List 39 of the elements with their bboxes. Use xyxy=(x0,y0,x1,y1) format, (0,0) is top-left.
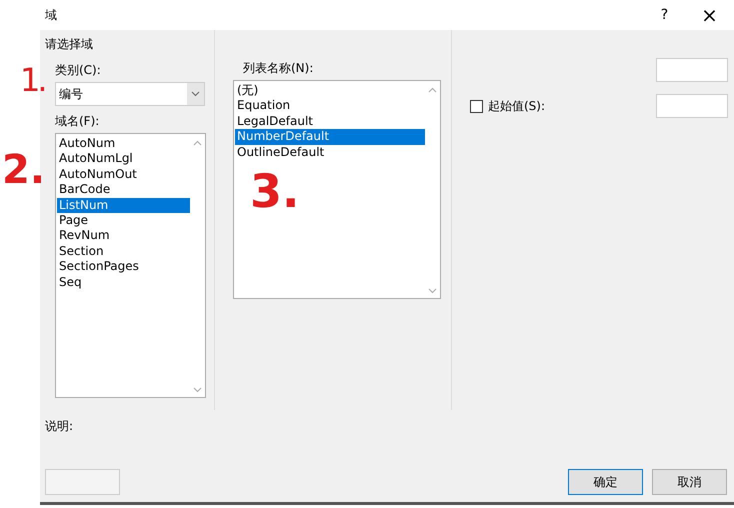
scroll-up-icon[interactable] xyxy=(193,140,202,146)
input-field[interactable] xyxy=(656,58,728,82)
ok-button[interactable]: 确定 xyxy=(568,469,643,495)
scroll-down-icon[interactable] xyxy=(428,288,437,294)
list-item[interactable]: BarCode xyxy=(57,182,190,198)
list-item[interactable]: Seq xyxy=(57,274,190,290)
list-item[interactable]: AutoNumOut xyxy=(57,166,190,182)
category-label: 类别(C): xyxy=(55,62,102,79)
group-title: 请选择域 xyxy=(45,36,94,53)
category-dropdown[interactable]: 编号 xyxy=(55,82,205,106)
help-button[interactable]: ? xyxy=(642,0,687,30)
close-button[interactable]: × xyxy=(687,0,732,30)
blank-button[interactable] xyxy=(45,469,120,495)
scroll-down-icon[interactable] xyxy=(193,387,202,393)
list-item[interactable]: (无) xyxy=(235,83,425,98)
cancel-button[interactable]: 取消 xyxy=(652,469,727,495)
annotation-number: 2. xyxy=(2,150,46,190)
list-item[interactable]: Section xyxy=(57,244,190,260)
list-item[interactable]: OutlineDefault xyxy=(235,144,425,160)
window-title: 域 xyxy=(45,6,58,24)
list-item[interactable]: SectionPages xyxy=(57,259,190,275)
list-item[interactable]: Page xyxy=(57,213,190,228)
start-value-label: 起始值(S): xyxy=(488,98,546,114)
list-item[interactable]: AutoNum xyxy=(57,136,190,152)
list-item[interactable]: ListNum xyxy=(57,198,190,214)
scroll-up-icon[interactable] xyxy=(428,87,437,93)
list-item[interactable]: Equation xyxy=(235,98,425,114)
annotation-number: 3. xyxy=(250,168,300,214)
list-item[interactable]: RevNum xyxy=(57,228,190,244)
list-item[interactable]: NumberDefault xyxy=(235,129,425,145)
list-item[interactable]: AutoNumLgl xyxy=(57,151,190,167)
list-name-label: 列表名称(N): xyxy=(243,60,314,77)
chevron-down-icon xyxy=(191,91,200,97)
start-value-field[interactable] xyxy=(656,94,728,118)
list-item[interactable]: LegalDefault xyxy=(235,114,425,130)
annotation-number: 1. xyxy=(20,64,45,96)
checkbox[interactable] xyxy=(470,100,483,112)
description-label: 说明: xyxy=(45,418,74,435)
field-name-label: 域名(F): xyxy=(55,113,100,130)
